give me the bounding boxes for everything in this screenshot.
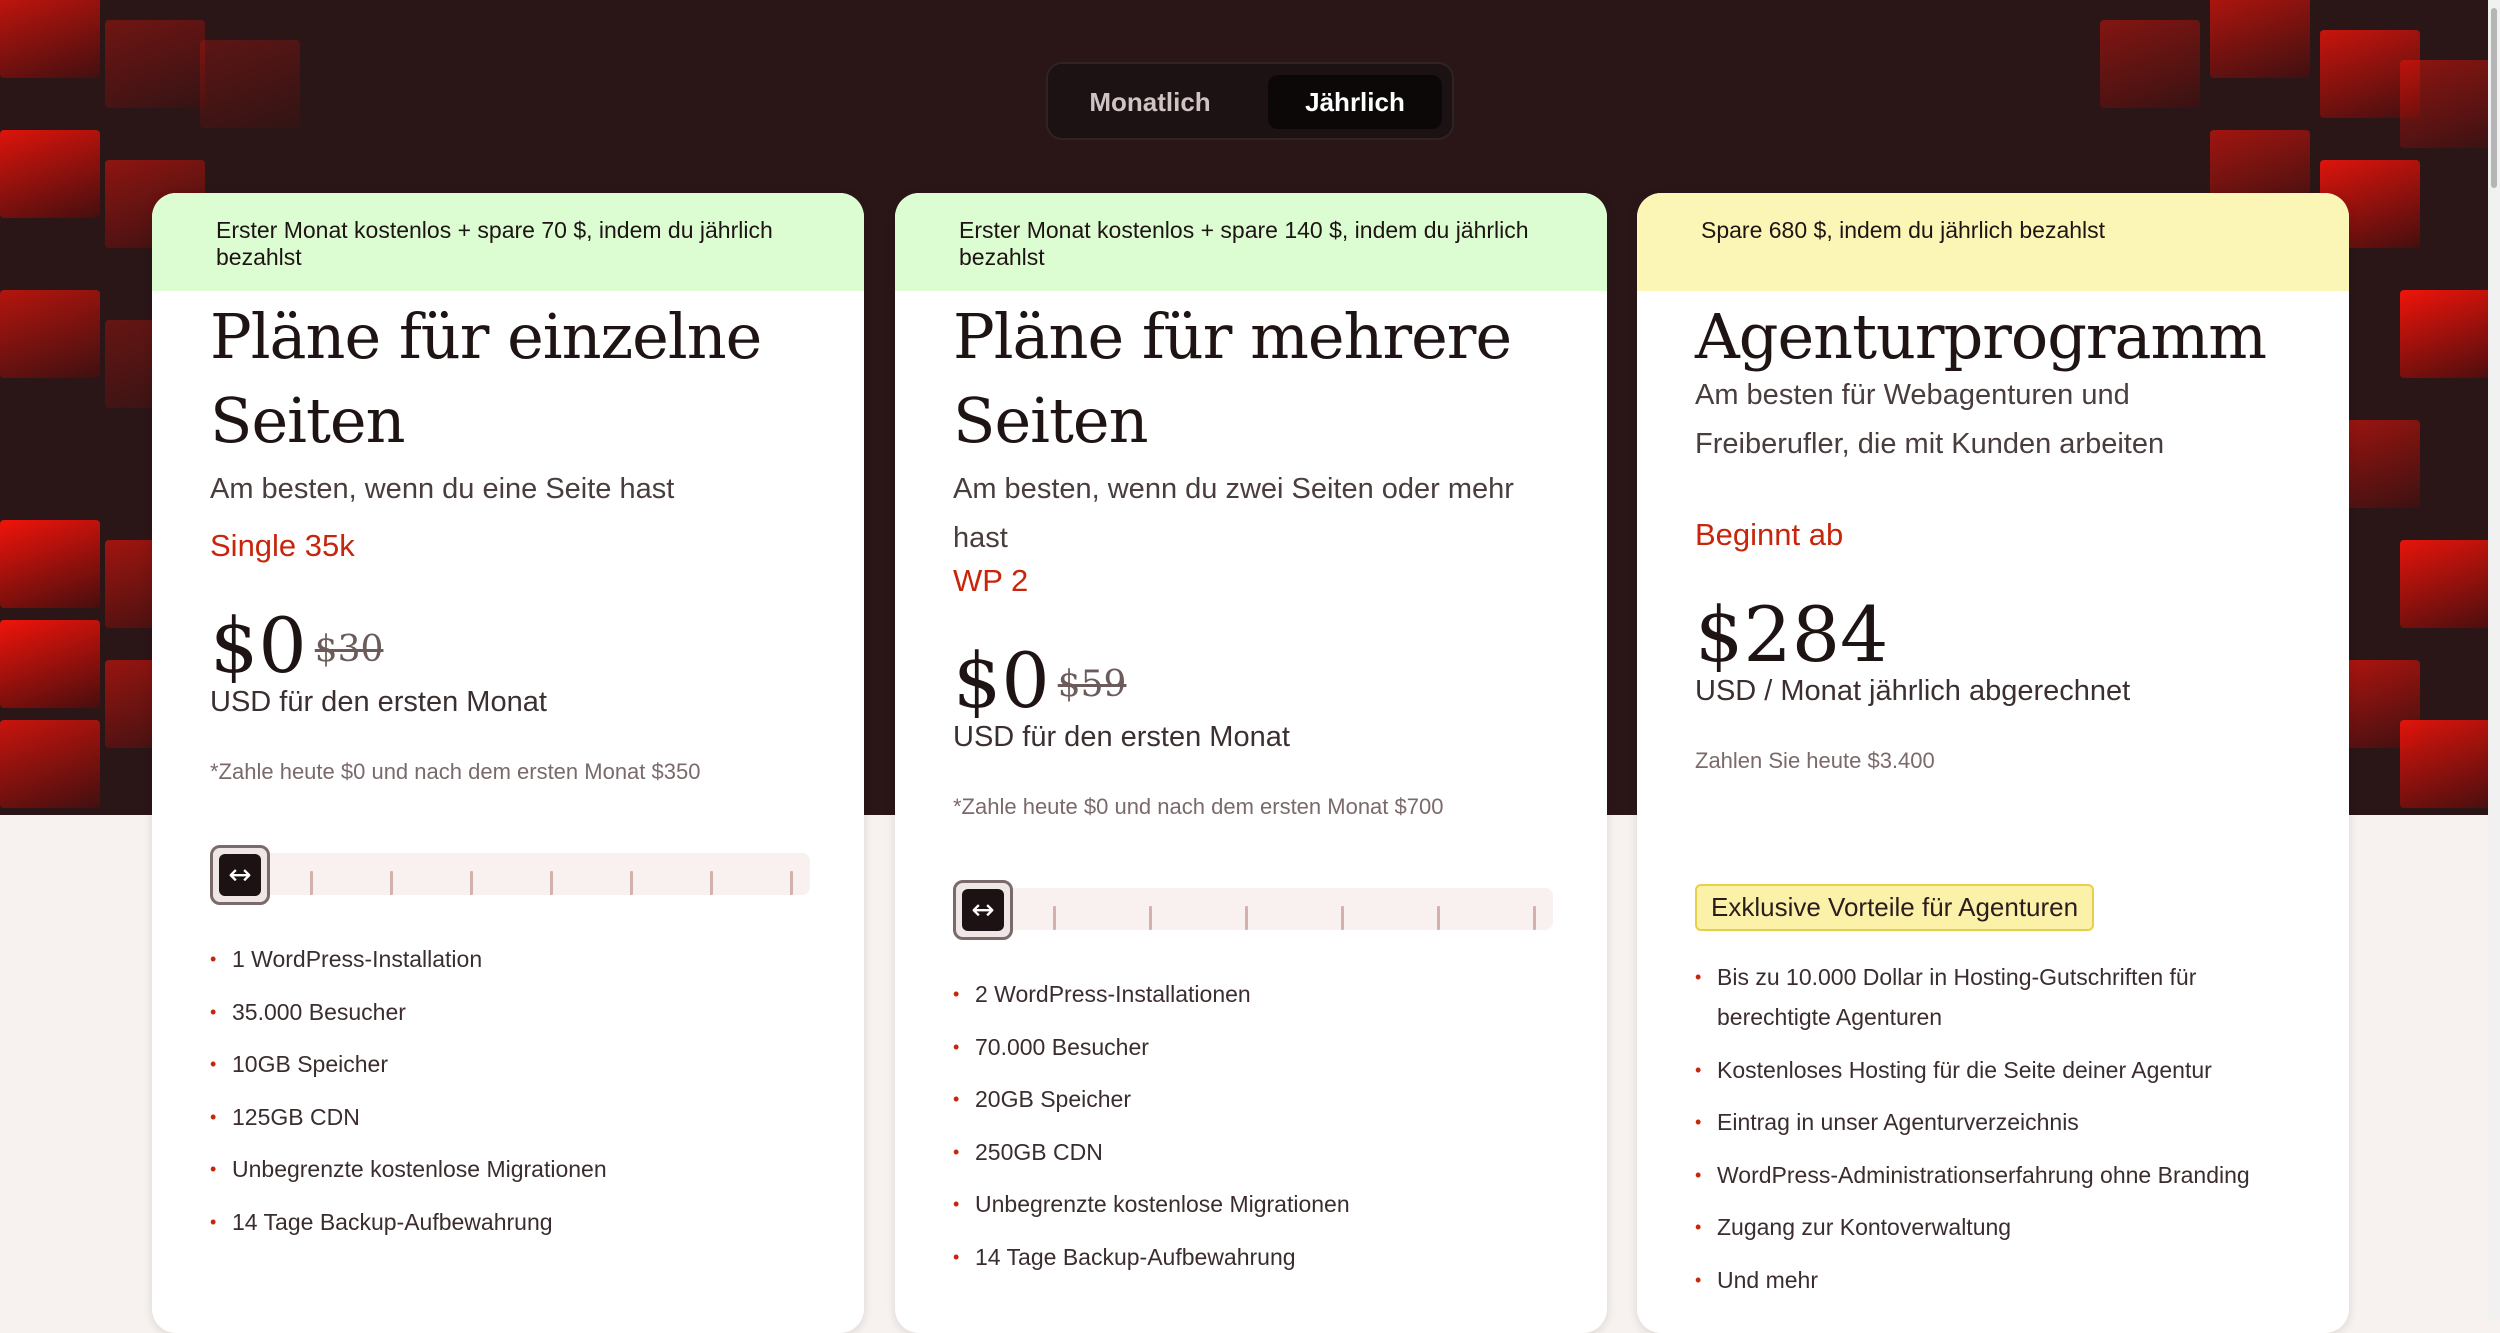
feature-item: 2 WordPress-Installationen: [953, 974, 1549, 1014]
yearly-toggle-button[interactable]: Jährlich: [1268, 75, 1442, 129]
plan-subtitle: Am besten für Webagenturen und Freiberuf…: [1695, 379, 2165, 460]
background-glow-tile: [0, 720, 100, 808]
price-row: $0 $30: [210, 594, 806, 686]
plan-name: WP 2: [953, 563, 1029, 598]
monthly-toggle-button[interactable]: Monatlich: [1060, 75, 1240, 129]
arrows-horizontal-icon: ↔: [219, 854, 261, 896]
background-glow-tile: [2210, 0, 2310, 78]
slider-tick: [470, 871, 473, 895]
agency-benefits-badge: Exklusive Vorteile für Agenturen: [1695, 884, 2095, 931]
slider-tick: [710, 871, 713, 895]
feature-item: 250GB CDN: [953, 1132, 1549, 1172]
feature-list: 2 WordPress-Installationen 70.000 Besuch…: [953, 974, 1549, 1277]
background-glow-tile: [0, 290, 100, 378]
slider-handle[interactable]: ↔: [210, 845, 270, 905]
billing-toggle: Monatlich Jährlich: [1048, 64, 1452, 138]
feature-item: Eintrag in unser Agenturverzeichnis: [1695, 1102, 2291, 1142]
slider-tick: [1053, 906, 1056, 930]
plan-title: Agenturprogramm: [1695, 300, 2267, 373]
slider-tick: [1245, 906, 1248, 930]
old-price: $30: [314, 629, 384, 670]
price-row: $284: [1695, 583, 2291, 675]
payment-note: *Zahle heute $0 und nach dem ersten Mona…: [953, 794, 1444, 819]
card-promo-banner: Spare 680 $, indem du jährlich bezahlst: [1637, 193, 2349, 291]
plan-subtitle: Am besten, wenn du eine Seite hast: [210, 473, 675, 505]
card-promo-banner: Erster Monat kostenlos + spare 140 $, in…: [895, 193, 1607, 291]
pricing-card-agency: Spare 680 $, indem du jährlich bezahlst …: [1637, 193, 2349, 1333]
price-row: $0 $59: [953, 629, 1549, 721]
slider-tick: [630, 871, 633, 895]
background-glow-tile: [200, 40, 300, 128]
feature-item: Unbegrenzte kostenlose Migrationen: [210, 1149, 806, 1189]
price-note: USD für den ersten Monat: [953, 721, 1290, 753]
feature-item: 70.000 Besucher: [953, 1027, 1549, 1067]
feature-item: Zugang zur Kontoverwaltung: [1695, 1207, 2291, 1247]
plan-title: Pläne für mehrere Seiten: [953, 300, 1512, 457]
feature-item: 20GB Speicher: [953, 1079, 1549, 1119]
feature-item: 14 Tage Backup-Aufbewahrung: [210, 1202, 806, 1242]
price: $284: [1695, 590, 1889, 679]
old-price: $59: [1057, 664, 1127, 705]
payment-note: Zahlen Sie heute $3.400: [1695, 748, 1935, 773]
pricing-card-multi: Erster Monat kostenlos + spare 140 $, in…: [895, 193, 1607, 1333]
slider-tick: [790, 871, 793, 895]
plan-subtitle: Am besten, wenn du zwei Seiten oder mehr…: [953, 473, 1514, 554]
background-glow-tile: [0, 620, 100, 708]
feature-item: WordPress-Administrationserfahrung ohne …: [1695, 1155, 2291, 1195]
price: $0: [210, 601, 307, 690]
slider-tick: [1341, 906, 1344, 930]
plan-name: Single 35k: [210, 528, 355, 563]
slider-track[interactable]: [210, 853, 810, 895]
plan-slider[interactable]: ↔: [953, 880, 1553, 940]
feature-item: 125GB CDN: [210, 1097, 806, 1137]
card-promo-banner: Erster Monat kostenlos + spare 70 $, ind…: [152, 193, 864, 291]
slider-tick: [1149, 906, 1152, 930]
background-glow-tile: [2100, 20, 2200, 108]
feature-item: Kostenloses Hosting für die Seite deiner…: [1695, 1050, 2291, 1090]
plan-name: Beginnt ab: [1695, 517, 1844, 552]
slider-tick: [390, 871, 393, 895]
slider-tick: [550, 871, 553, 895]
background-glow-tile: [0, 520, 100, 608]
background-glow-tile: [2400, 720, 2500, 808]
feature-item: 1 WordPress-Installation: [210, 939, 806, 979]
feature-item: Unbegrenzte kostenlose Migrationen: [953, 1184, 1549, 1224]
feature-item: Bis zu 10.000 Dollar in Hosting-Gutschri…: [1695, 957, 2291, 1037]
feature-item: 10GB Speicher: [210, 1044, 806, 1084]
price: $0: [953, 636, 1050, 725]
pricing-card-single: Erster Monat kostenlos + spare 70 $, ind…: [152, 193, 864, 1333]
price-note: USD / Monat jährlich abgerechnet: [1695, 675, 2131, 707]
feature-list: Bis zu 10.000 Dollar in Hosting-Gutschri…: [1695, 957, 2291, 1300]
background-glow-tile: [2400, 60, 2500, 148]
background-glow-tile: [0, 0, 100, 78]
slider-handle[interactable]: ↔: [953, 880, 1013, 940]
arrows-horizontal-icon: ↔: [962, 889, 1004, 931]
background-glow-tile: [2400, 290, 2500, 378]
slider-tick: [1437, 906, 1440, 930]
feature-item: Und mehr: [1695, 1260, 2291, 1300]
payment-note: *Zahle heute $0 und nach dem ersten Mona…: [210, 759, 701, 784]
background-glow-tile: [0, 130, 100, 218]
scrollbar-thumb[interactable]: [2491, 8, 2497, 188]
feature-item: 14 Tage Backup-Aufbewahrung: [953, 1237, 1549, 1277]
page-scrollbar[interactable]: [2488, 0, 2500, 1319]
background-glow-tile: [2400, 540, 2500, 628]
price-note: USD für den ersten Monat: [210, 686, 547, 718]
feature-list: 1 WordPress-Installation 35.000 Besucher…: [210, 939, 806, 1242]
background-glow-tile: [105, 20, 205, 108]
slider-tick: [310, 871, 313, 895]
plan-slider[interactable]: ↔: [210, 845, 810, 905]
slider-tick: [1533, 906, 1536, 930]
slider-track[interactable]: [953, 888, 1553, 930]
plan-title: Pläne für einzelne Seiten: [210, 300, 762, 457]
feature-item: 35.000 Besucher: [210, 992, 806, 1032]
